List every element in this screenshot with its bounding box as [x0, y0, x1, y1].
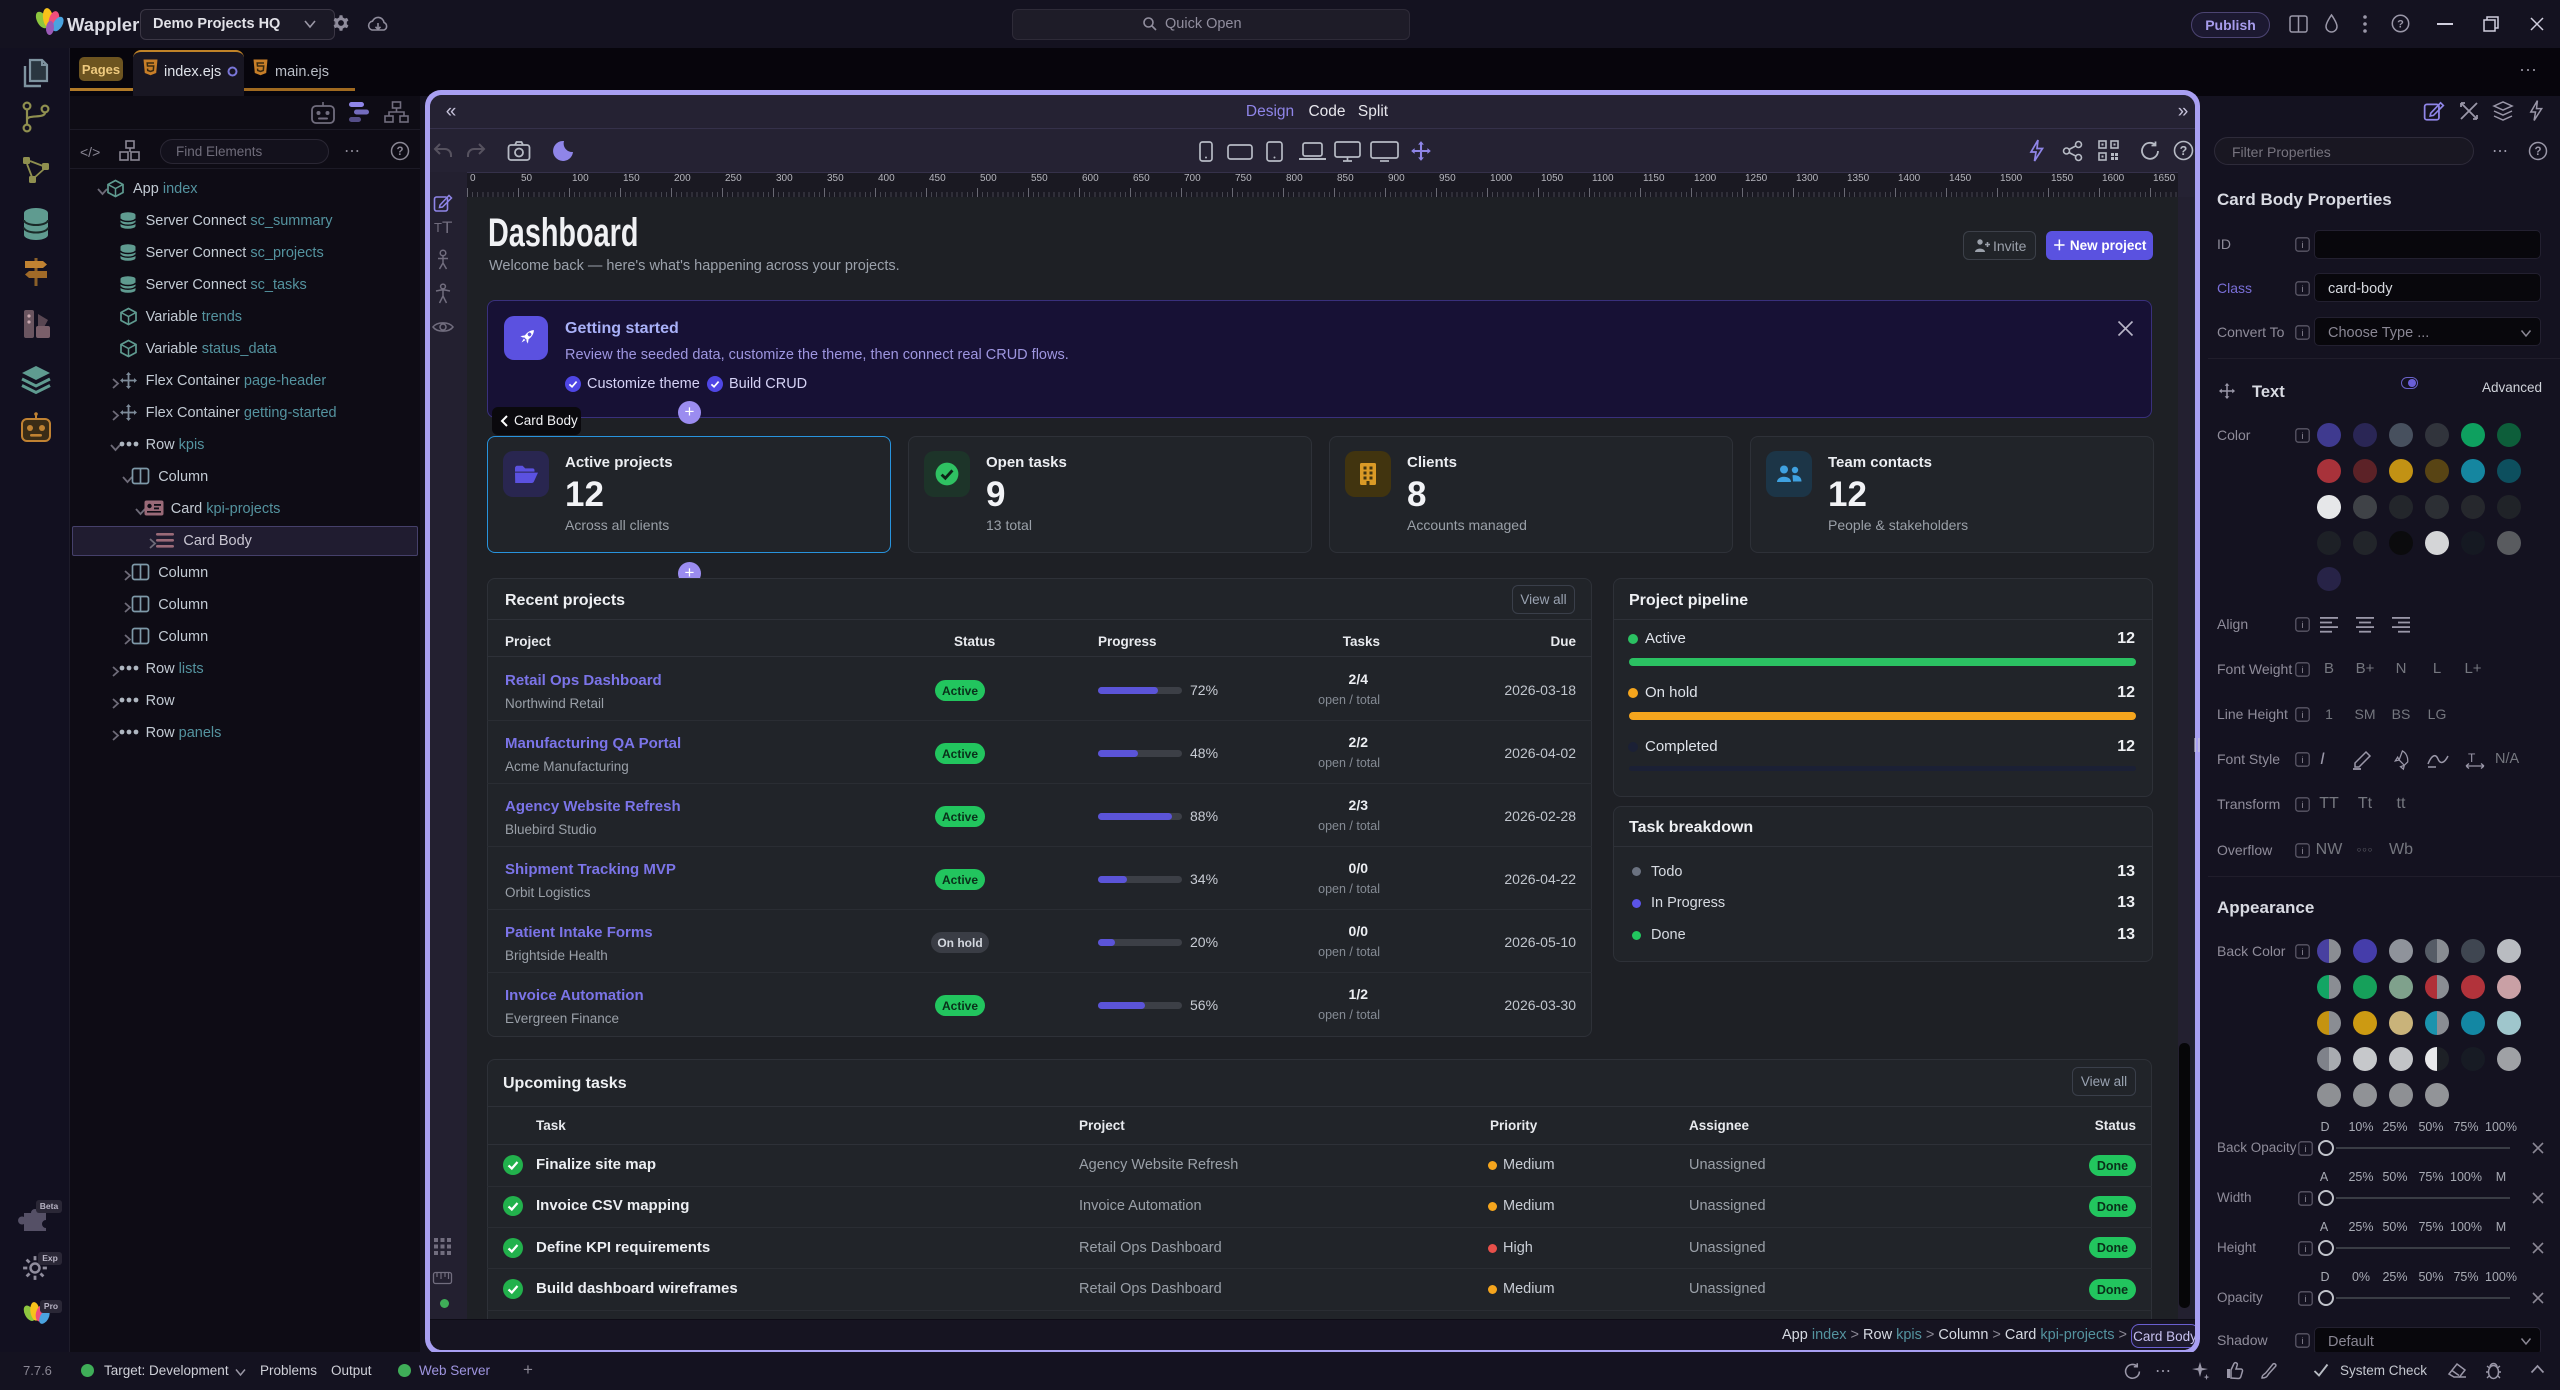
svg-text:T: T	[442, 218, 452, 237]
svg-text:i: i	[2304, 1294, 2306, 1305]
svg-text:i: i	[2301, 284, 2303, 295]
svg-text:i: i	[2304, 1244, 2306, 1255]
svg-text:i: i	[2301, 947, 2303, 958]
svg-text:i: i	[2304, 1194, 2306, 1205]
svg-text:i: i	[2304, 1144, 2306, 1155]
svg-text:?: ?	[2180, 144, 2188, 158]
svg-text:T: T	[2468, 751, 2476, 765]
svg-text:?: ?	[2534, 146, 2541, 158]
svg-text:i: i	[2301, 755, 2303, 766]
svg-text:i: i	[2301, 1336, 2303, 1347]
svg-text:T: T	[434, 220, 442, 235]
svg-text:i: i	[2301, 328, 2303, 339]
svg-text:i: i	[2301, 620, 2303, 631]
svg-text:?: ?	[396, 146, 403, 158]
svg-text:?: ?	[2397, 19, 2404, 31]
svg-text:i: i	[2301, 240, 2303, 251]
svg-text:i: i	[2301, 431, 2303, 442]
